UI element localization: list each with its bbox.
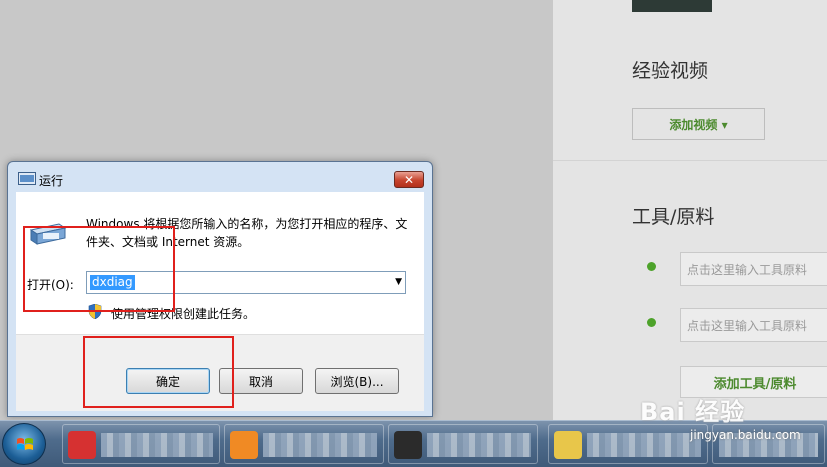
tool-input-1[interactable]: 点击这里输入工具原料 <box>680 252 827 286</box>
section-divider <box>553 160 827 161</box>
highlight-box-ok <box>83 336 234 408</box>
start-button[interactable] <box>2 423 46 465</box>
bullet-dot <box>647 262 656 271</box>
dark-app-icon <box>394 431 422 459</box>
taskbar-item-4[interactable] <box>548 424 708 464</box>
run-window-icon <box>18 172 36 185</box>
section-video-title: 经验视频 <box>632 60 709 82</box>
taskbar-item-2[interactable] <box>224 424 384 464</box>
close-icon: ✕ <box>403 172 415 187</box>
tool-input-2[interactable]: 点击这里输入工具原料 <box>680 308 827 342</box>
video-thumbnail <box>632 0 712 12</box>
taskbar-item-1[interactable] <box>62 424 220 464</box>
dialog-titlebar[interactable]: 运行 ✕ <box>8 162 432 192</box>
baidu-watermark: Bai 经验 <box>640 398 746 426</box>
taskbar-item-label-blurred <box>263 433 377 457</box>
add-video-button[interactable]: 添加视频 ▾ <box>632 108 765 140</box>
dialog-title: 运行 <box>39 174 64 188</box>
highlight-box-open <box>23 226 175 312</box>
folder-icon <box>554 431 582 459</box>
taskbar-item-label-blurred <box>587 433 701 457</box>
orange-app-icon <box>230 431 258 459</box>
taskbar-item-label-blurred <box>427 433 531 457</box>
windows-logo-icon <box>17 438 33 450</box>
taskbar-item-label-blurred <box>101 433 213 457</box>
watermark-url: jingyan.baidu.com <box>690 428 801 442</box>
close-button[interactable]: ✕ <box>394 171 424 188</box>
dropdown-arrow-icon[interactable]: ▼ <box>395 277 402 287</box>
taskbar-item-3[interactable] <box>388 424 538 464</box>
browse-button[interactable]: 浏览(B)... <box>315 368 399 394</box>
section-tools-title: 工具/原料 <box>632 206 715 228</box>
browser-icon <box>68 431 96 459</box>
bullet-dot <box>647 318 656 327</box>
